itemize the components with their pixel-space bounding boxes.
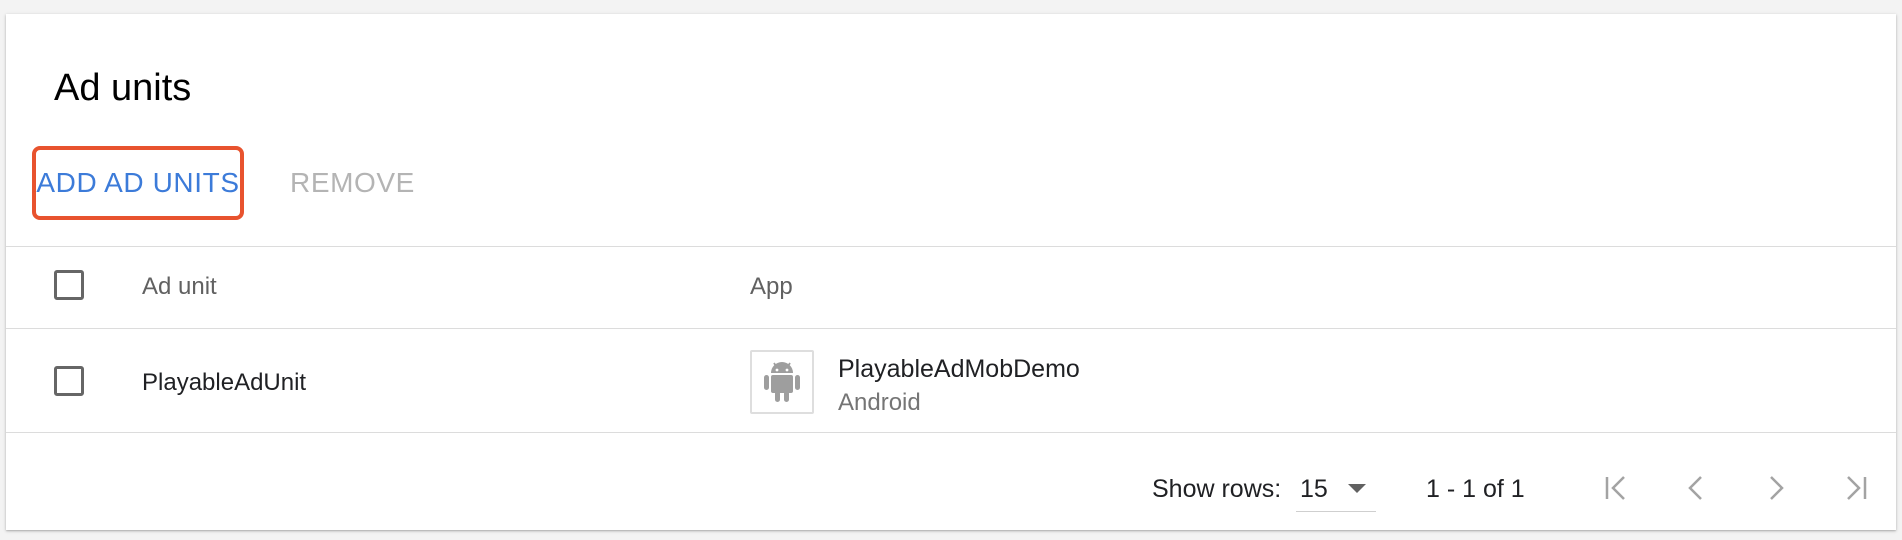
column-header-ad-unit[interactable]: Ad unit [142,272,217,302]
chevron-right-icon [1770,476,1784,500]
toolbar-divider [6,246,1896,247]
page-title: Ad units [54,67,192,109]
app-name[interactable]: PlayableAdMobDemo [838,354,1080,384]
last-page-icon [1847,476,1867,500]
app-platform: Android [838,389,921,416]
ad-unit-name[interactable]: PlayableAdUnit [142,368,306,398]
first-page-icon [1605,476,1625,500]
rows-per-page-value: 15 [1300,475,1328,503]
row-checkbox[interactable] [54,366,84,396]
android-icon [750,350,814,414]
first-page-button[interactable] [1596,468,1636,508]
next-page-button[interactable] [1756,468,1796,508]
header-divider [6,328,1896,329]
previous-page-button[interactable] [1676,468,1716,508]
add-ad-units-button[interactable]: ADD AD UNITS [32,146,244,220]
android-robot-glyph [764,362,800,402]
last-page-button[interactable] [1836,468,1876,508]
select-all-checkbox[interactable] [54,270,84,300]
caret-down-icon [1348,484,1366,493]
rows-per-page-select[interactable]: 15 [1296,466,1376,512]
remove-button[interactable]: REMOVE [290,166,415,200]
pagination-range: 1 - 1 of 1 [1426,475,1525,503]
chevron-left-icon [1688,476,1702,500]
ad-units-card: Ad units ADD AD UNITS REMOVE Ad unit App… [6,14,1896,530]
show-rows-label: Show rows: [1152,475,1282,503]
row-divider [6,432,1896,433]
column-header-app: App [750,273,793,300]
